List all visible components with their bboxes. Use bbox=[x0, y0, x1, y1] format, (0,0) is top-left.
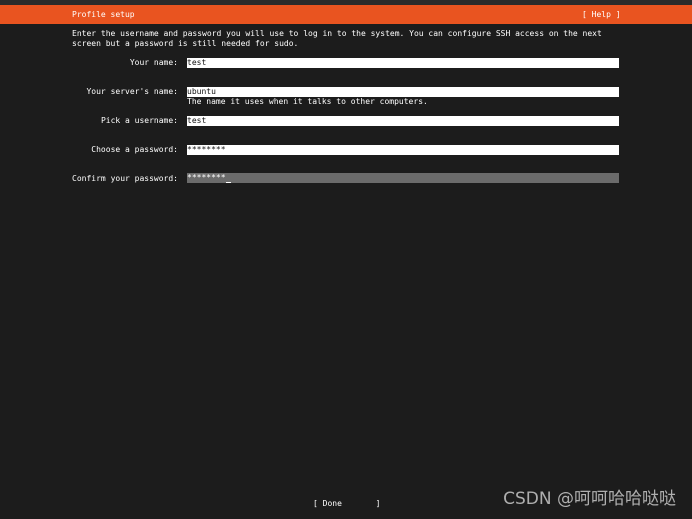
text-cursor bbox=[225, 182, 231, 183]
server-name-field[interactable]: ubuntu bbox=[187, 87, 619, 97]
password-field[interactable]: ******** bbox=[187, 145, 619, 155]
your-name-value: test bbox=[187, 58, 207, 67]
help-button[interactable]: [ Help ] bbox=[582, 10, 621, 20]
intro-line-1: Enter the username and password you will… bbox=[72, 29, 602, 38]
username-field[interactable]: test bbox=[187, 116, 619, 126]
confirm-password-label: Confirm your password: bbox=[72, 174, 178, 183]
username-value: test bbox=[187, 116, 207, 125]
password-value: ******** bbox=[187, 145, 226, 154]
confirm-password-value: ******** bbox=[187, 173, 226, 182]
username-label: Pick a username: bbox=[100, 116, 178, 125]
confirm-password-field[interactable]: ******** bbox=[187, 173, 619, 183]
watermark-text: CSDN @呵呵哈哈哒哒 bbox=[503, 489, 676, 509]
password-label: Choose a password: bbox=[91, 145, 178, 154]
done-button[interactable]: [ Done ] bbox=[313, 498, 380, 509]
your-name-field[interactable]: test bbox=[187, 58, 619, 68]
header-bar: Profile setup [ Help ] bbox=[0, 5, 692, 24]
page-title: Profile setup bbox=[72, 10, 135, 19]
server-name-label: Your server's name: bbox=[86, 87, 178, 96]
your-name-label: Your name: bbox=[129, 58, 178, 67]
server-name-value: ubuntu bbox=[187, 87, 216, 96]
intro-text: Enter the username and password you will… bbox=[72, 29, 632, 49]
intro-line-2: screen but a password is still needed fo… bbox=[72, 39, 299, 48]
server-name-help: The name it uses when it talks to other … bbox=[187, 97, 428, 106]
